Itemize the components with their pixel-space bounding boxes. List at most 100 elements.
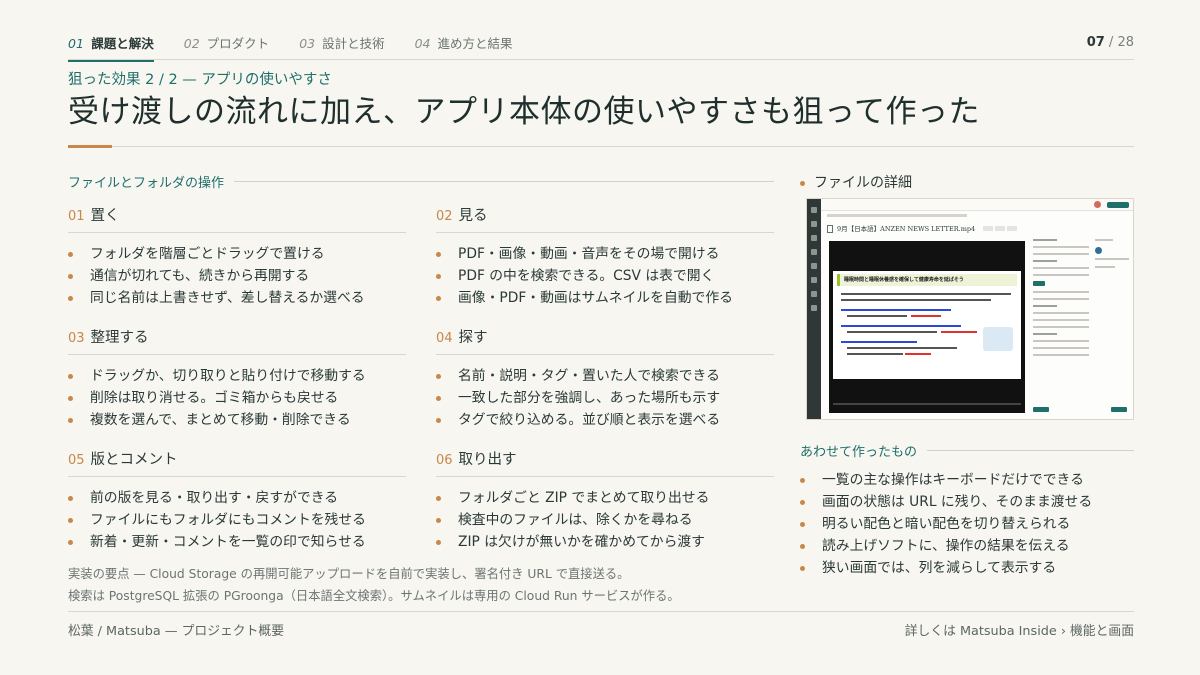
feature-title: 版とコメント bbox=[90, 452, 178, 468]
list-item: 前の版を見る・取り出す・戻すができる bbox=[68, 487, 406, 509]
list-item: 読み上げソフトに、操作の結果を伝える bbox=[800, 535, 1092, 557]
footer-project: 松葉 / Matsuba — プロジェクト概要 bbox=[68, 624, 284, 639]
feature-heading: 04 探す bbox=[436, 326, 774, 355]
title-divider bbox=[68, 146, 1134, 147]
nav-tab-number: 03 bbox=[299, 36, 316, 51]
comment-avatar bbox=[1095, 247, 1102, 254]
nav-tab-results[interactable]: 04 進め方と結果 bbox=[415, 33, 513, 60]
page-counter: 07 / 28 bbox=[1087, 35, 1134, 58]
section-heading-rule bbox=[927, 450, 1134, 451]
list-item: フォルダを階層ごとドラッグで置ける bbox=[68, 243, 406, 265]
list-item: タグで絞り込める。並び順と表示を選べる bbox=[436, 409, 774, 431]
list-item: 同じ名前は上書きせず、差し替えるか選べる bbox=[68, 287, 406, 309]
tag-chip bbox=[1033, 281, 1045, 286]
video-frame: 睡眠時間と睡眠休養感を確保して健康寿命を延ばそう bbox=[833, 271, 1021, 379]
footer-link[interactable]: 詳しくは Matsuba Inside › 機能と画面 bbox=[905, 620, 1134, 639]
file-detail-screenshot: 9月【日本語】ANZEN NEWS LETTER.mp4 睡眠時間と睡眠休養感を… bbox=[806, 198, 1134, 420]
video-progress bbox=[833, 403, 1021, 405]
feature-heading: 02 見る bbox=[436, 204, 774, 233]
nav-tab-label: 進め方と結果 bbox=[437, 36, 513, 51]
feature-number: 04 bbox=[436, 331, 453, 346]
section-heading-rule bbox=[234, 181, 774, 182]
list-item: 狭い画面では、列を減らして表示する bbox=[800, 557, 1092, 579]
feature-heading: 01 置く bbox=[68, 204, 406, 233]
nav-tab-challenge[interactable]: 01 課題と解決 bbox=[68, 33, 154, 62]
comments-panel bbox=[1095, 239, 1129, 274]
nav-tab-product[interactable]: 02 プロダクト bbox=[184, 33, 269, 60]
feature-title: 整理する bbox=[90, 330, 149, 346]
feature-number: 06 bbox=[436, 453, 453, 468]
section-nav: 01 課題と解決 02 プロダクト 03 設計と技術 04 進め方と結果 07 … bbox=[68, 33, 1134, 62]
feature-number: 05 bbox=[68, 453, 85, 468]
also-built-list: 一覧の主な操作はキーボードだけでできる 画面の状態は URL に残り、そのまま渡… bbox=[800, 469, 1092, 579]
feature-number: 01 bbox=[68, 209, 85, 224]
note-line: 実装の要点 — Cloud Storage の再開可能アップロードを自前で実装し… bbox=[68, 567, 630, 581]
page-current: 07 bbox=[1086, 35, 1105, 50]
list-item: ドラッグか、切り取りと貼り付けで移動する bbox=[68, 365, 406, 387]
feature-column-export: 06 取り出す フォルダごと ZIP でまとめて取り出せる 検査中のファイルは、除… bbox=[436, 448, 774, 553]
feature-heading: 06 取り出す bbox=[436, 448, 774, 477]
section-heading-file-ops: ファイルとフォルダの操作 bbox=[68, 172, 774, 191]
feature-list: 名前・説明・タグ・置いた人で検索できる 一致した部分を強調し、あった場所も示す … bbox=[436, 365, 774, 431]
list-item: 画像・PDF・動画はサムネイルを自動で作る bbox=[436, 287, 774, 309]
file-detail-heading-label: ファイルの詳細 bbox=[814, 175, 912, 191]
footer-divider bbox=[68, 611, 1134, 612]
file-name: 9月【日本語】ANZEN NEWS LETTER.mp4 bbox=[837, 225, 976, 233]
list-item: 削除は取り消せる。ゴミ箱からも戻せる bbox=[68, 387, 406, 409]
page-title: 受け渡しの流れに加え、アプリ本体の使いやすさも狙って作った bbox=[68, 94, 980, 130]
feature-column-place: 01 置く フォルダを階層ごとドラッグで置ける 通信が切れても、続きから再開する … bbox=[68, 204, 406, 309]
section-heading-label: ファイルとフォルダの操作 bbox=[68, 176, 225, 191]
save-button bbox=[1033, 407, 1049, 412]
feature-list: ドラッグか、切り取りと貼り付けで移動する 削除は取り消せる。ゴミ箱からも戻せる … bbox=[68, 365, 406, 431]
list-item: 一覧の主な操作はキーボードだけでできる bbox=[800, 469, 1092, 491]
title-accent-bar bbox=[68, 145, 112, 148]
app-sidebar bbox=[807, 199, 821, 419]
feature-column-organize: 03 整理する ドラッグか、切り取りと貼り付けで移動する 削除は取り消せる。ゴミ箱… bbox=[68, 326, 406, 431]
video-player: 睡眠時間と睡眠休養感を確保して健康寿命を延ばそう bbox=[829, 241, 1025, 413]
section-heading-also-built: あわせて作ったもの bbox=[800, 441, 1134, 460]
nav-tab-label: プロダクト bbox=[206, 36, 270, 51]
list-item: 新着・更新・コメントを一覧の印で知らせる bbox=[68, 531, 406, 553]
avatar bbox=[1094, 201, 1101, 208]
file-metadata bbox=[1033, 239, 1089, 361]
page-total: 28 bbox=[1117, 35, 1134, 50]
file-name-row: 9月【日本語】ANZEN NEWS LETTER.mp4 bbox=[827, 223, 1019, 233]
slide-title: 睡眠時間と睡眠休養感を確保して健康寿命を延ばそう bbox=[837, 274, 1017, 286]
list-item: 明るい配色と暗い配色を切り替えられる bbox=[800, 513, 1092, 535]
list-item: 画面の状態は URL に残り、そのまま渡せる bbox=[800, 491, 1092, 513]
nav-tab-number: 04 bbox=[414, 36, 431, 51]
list-item: 複数を選んで、まとめて移動・削除できる bbox=[68, 409, 406, 431]
slide-illustration bbox=[983, 327, 1013, 351]
nav-tab-number: 01 bbox=[68, 36, 84, 51]
file-actions bbox=[983, 225, 1019, 233]
feature-title: 探す bbox=[458, 330, 488, 346]
nav-tab-design[interactable]: 03 設計と技術 bbox=[299, 33, 384, 60]
feature-column-versions: 05 版とコメント 前の版を見る・取り出す・戻すができる ファイルにもフォルダにも… bbox=[68, 448, 406, 553]
feature-list: フォルダごと ZIP でまとめて取り出せる 検査中のファイルは、除くかを尋ねる … bbox=[436, 487, 774, 553]
file-icon bbox=[827, 225, 833, 233]
feature-column-search: 04 探す 名前・説明・タグ・置いた人で検索できる 一致した部分を強調し、あった場… bbox=[436, 326, 774, 431]
list-item: PDF の中を検索できる。CSV は表で開く bbox=[436, 265, 774, 287]
upload-button bbox=[1107, 202, 1129, 208]
section-heading-label: あわせて作ったもの bbox=[800, 445, 918, 460]
feature-heading: 03 整理する bbox=[68, 326, 406, 355]
feature-title: 見る bbox=[458, 208, 488, 224]
file-detail-heading: ファイルの詳細 bbox=[800, 172, 912, 192]
list-item: 一致した部分を強調し、あった場所も示す bbox=[436, 387, 774, 409]
feature-list: 前の版を見る・取り出す・戻すができる ファイルにもフォルダにもコメントを残せる … bbox=[68, 487, 406, 553]
list-item: 名前・説明・タグ・置いた人で検索できる bbox=[436, 365, 774, 387]
implementation-notes: 実装の要点 — Cloud Storage の再開可能アップロードを自前で実装し… bbox=[68, 563, 680, 607]
note-line: 検索は PostgreSQL 拡張の PGroonga（日本語全文検索）。サムネ… bbox=[68, 589, 680, 603]
page-separator: / bbox=[1108, 35, 1114, 50]
list-item: 検査中のファイルは、除くかを尋ねる bbox=[436, 509, 774, 531]
list-item: ZIP は欠けが無いかを確かめてから渡す bbox=[436, 531, 774, 553]
feature-list: フォルダを階層ごとドラッグで置ける 通信が切れても、続きから再開する 同じ名前は… bbox=[68, 243, 406, 309]
feature-column-view: 02 見る PDF・画像・動画・音声をその場で開ける PDF の中を検索できる。C… bbox=[436, 204, 774, 309]
feature-title: 取り出す bbox=[458, 452, 517, 468]
nav-tab-number: 02 bbox=[183, 36, 200, 51]
list-item: 通信が切れても、続きから再開する bbox=[68, 265, 406, 287]
nav-tab-label: 設計と技術 bbox=[322, 36, 385, 51]
list-item: ファイルにもフォルダにもコメントを残せる bbox=[68, 509, 406, 531]
feature-number: 03 bbox=[68, 331, 85, 346]
feature-list: PDF・画像・動画・音声をその場で開ける PDF の中を検索できる。CSV は表… bbox=[436, 243, 774, 309]
